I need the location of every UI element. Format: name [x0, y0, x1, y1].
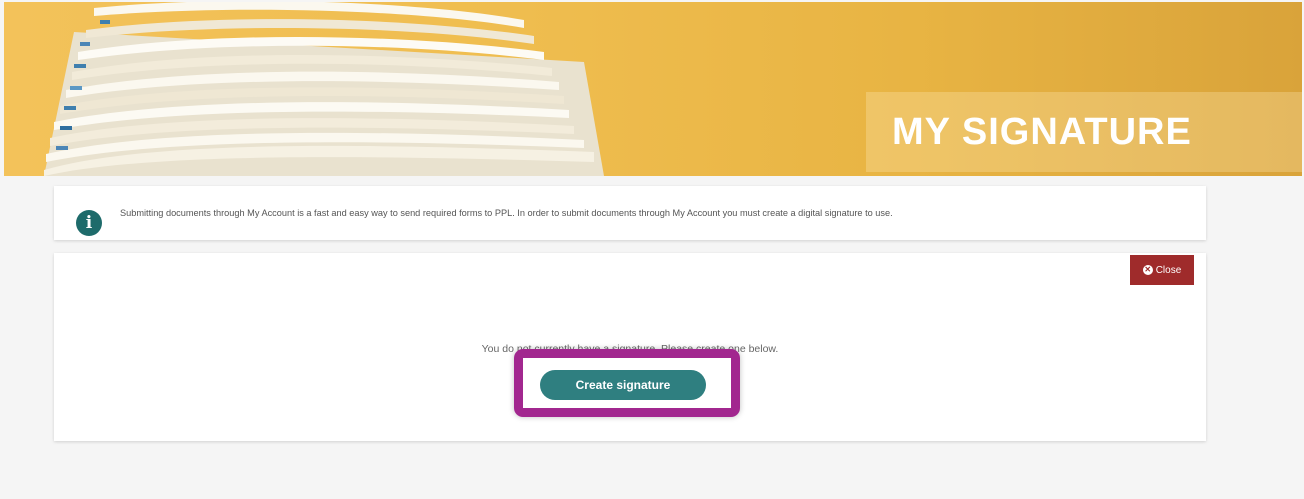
header-banner: MY SIGNATURE — [4, 2, 1302, 176]
page: MY SIGNATURE i Submitting documents thro… — [0, 0, 1304, 499]
close-button-label: Close — [1155, 264, 1182, 276]
title-box: MY SIGNATURE — [866, 92, 1302, 172]
close-icon: ✕ — [1142, 265, 1153, 275]
create-signature-button[interactable]: Create signature — [540, 370, 706, 400]
close-button[interactable]: ✕ Close — [1130, 255, 1194, 285]
info-icon: i — [76, 210, 102, 236]
info-card: i Submitting documents through My Accoun… — [54, 186, 1206, 240]
info-message: Submitting documents through My Account … — [120, 208, 893, 218]
signature-panel: ✕ Close You do not currently have a sign… — [54, 253, 1206, 441]
page-title: MY SIGNATURE — [892, 110, 1192, 153]
paper-stack-image — [44, 2, 604, 176]
